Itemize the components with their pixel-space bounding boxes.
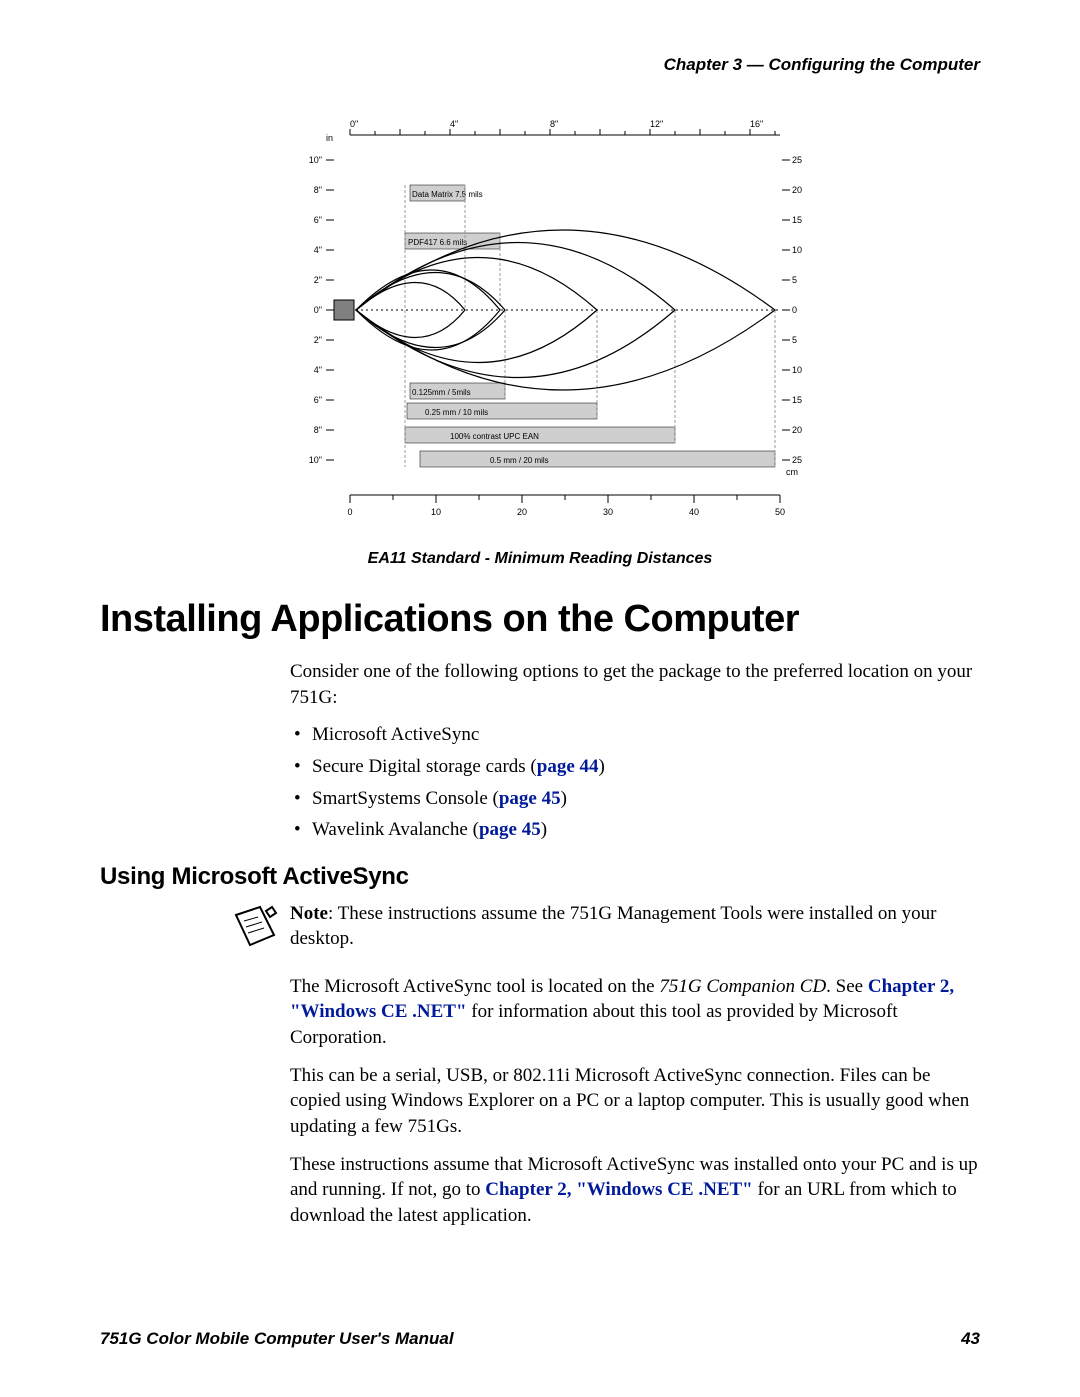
reading-distance-chart: 0" 4" 8" 12" 16" in 10" 8" 6" 4": [260, 115, 820, 540]
page-link[interactable]: page 44: [537, 756, 599, 777]
text-italic: 751G Companion CD: [659, 976, 826, 997]
axis-tick: 0: [792, 305, 797, 315]
paragraph: The Microsoft ActiveSync tool is located…: [290, 974, 980, 1051]
axis-tick: 2": [314, 275, 322, 285]
axis-tick: 30: [603, 507, 613, 517]
note-label: Note: [290, 903, 328, 924]
axis-tick: 20: [517, 507, 527, 517]
chapter-header: Chapter 3 — Configuring the Computer: [100, 55, 980, 75]
axis-tick: 5: [792, 335, 797, 345]
axis-tick: 4": [314, 365, 322, 375]
axis-unit-in: in: [326, 133, 333, 143]
axis-tick: 10: [792, 245, 802, 255]
axis-tick: 4": [450, 119, 458, 129]
axis-tick: 0": [314, 305, 322, 315]
axis-tick: 5: [792, 275, 797, 285]
page: Chapter 3 — Configuring the Computer 0" …: [0, 0, 1080, 1397]
note-block: Note: These instructions assume the 751G…: [230, 901, 980, 956]
footer-manual-title: 751G Color Mobile Computer User's Manual: [100, 1329, 454, 1349]
axis-tick: 10": [309, 455, 322, 465]
list-text: ): [599, 756, 605, 777]
axis-tick: 4": [314, 245, 322, 255]
chart-caption: EA11 Standard - Minimum Reading Distance…: [260, 550, 820, 568]
text: The Microsoft ActiveSync tool is located…: [290, 976, 659, 997]
axis-tick: 8": [550, 119, 558, 129]
axis-tick: 50: [775, 507, 785, 517]
note-text: Note: These instructions assume the 751G…: [290, 901, 980, 952]
axis-tick: 10": [309, 155, 322, 165]
axis-tick: 25: [792, 455, 802, 465]
page-link[interactable]: page 45: [499, 788, 561, 809]
axis-tick: 0": [350, 119, 358, 129]
options-list: Microsoft ActiveSync Secure Digital stor…: [290, 722, 980, 843]
text: . See: [826, 976, 868, 997]
list-text: Wavelink Avalanche (: [312, 819, 479, 840]
axis-tick: 6": [314, 395, 322, 405]
list-item: Secure Digital storage cards (page 44): [290, 754, 980, 780]
bar-label: 0.125mm / 5mils: [412, 388, 471, 397]
list-item: Wavelink Avalanche (page 45): [290, 817, 980, 843]
page-link[interactable]: page 45: [479, 819, 541, 840]
list-text: SmartSystems Console (: [312, 788, 499, 809]
list-text: ): [561, 788, 567, 809]
axis-tick: 10: [431, 507, 441, 517]
axis-tick: 12": [650, 119, 663, 129]
page-footer: 751G Color Mobile Computer User's Manual…: [100, 1329, 980, 1349]
subsection-body: The Microsoft ActiveSync tool is located…: [290, 974, 980, 1229]
axis-tick: 6": [314, 215, 322, 225]
list-text: Secure Digital storage cards (: [312, 756, 537, 777]
axis-tick: 15: [792, 215, 802, 225]
bar-label: Data Matrix 7.5 mils: [412, 190, 483, 199]
bar-label: PDF417 6.6 mils: [408, 238, 467, 247]
axis-tick: 16": [750, 119, 763, 129]
list-item: Microsoft ActiveSync: [290, 722, 980, 748]
note-body: : These instructions assume the 751G Man…: [290, 903, 936, 950]
footer-page-number: 43: [961, 1329, 980, 1349]
axis-tick: 20: [792, 185, 802, 195]
bar-label: 0.25 mm / 10 mils: [425, 408, 488, 417]
bar-label: 100% contrast UPC EAN: [450, 432, 539, 441]
list-item: SmartSystems Console (page 45): [290, 786, 980, 812]
axis-tick: 8": [314, 425, 322, 435]
subsection-title: Using Microsoft ActiveSync: [100, 863, 980, 891]
axis-tick: 25: [792, 155, 802, 165]
axis-tick: 40: [689, 507, 699, 517]
paragraph: These instructions assume that Microsoft…: [290, 1152, 980, 1229]
list-text: ): [541, 819, 547, 840]
list-text: Microsoft ActiveSync: [312, 724, 479, 745]
chapter-link[interactable]: Chapter 2, "Windows CE .NET": [485, 1179, 752, 1200]
axis-tick: 15: [792, 395, 802, 405]
axis-tick: 10: [792, 365, 802, 375]
note-icon: [230, 901, 282, 956]
section-title: Installing Applications on the Computer: [100, 598, 980, 641]
paragraph: This can be a serial, USB, or 802.11i Mi…: [290, 1063, 980, 1140]
intro-paragraph: Consider one of the following options to…: [290, 659, 980, 710]
axis-tick: 0: [347, 507, 352, 517]
axis-tick: 20: [792, 425, 802, 435]
axis-tick: 2": [314, 335, 322, 345]
axis-unit-cm: cm: [786, 467, 798, 477]
axis-tick: 8": [314, 185, 322, 195]
bar-label: 0.5 mm / 20 mils: [490, 456, 549, 465]
intro-block: Consider one of the following options to…: [290, 659, 980, 843]
